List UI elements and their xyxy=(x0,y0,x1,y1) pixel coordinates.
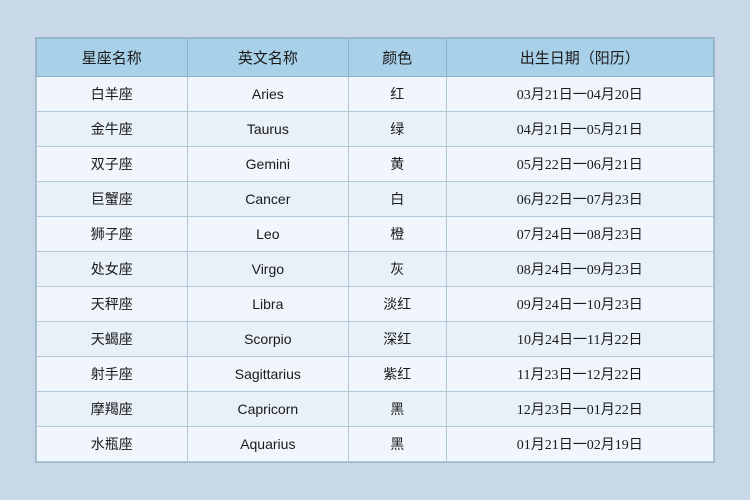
table-cell: 04月21日一05月21日 xyxy=(446,112,713,147)
table-row: 天秤座Libra淡红09月24日一10月23日 xyxy=(37,287,714,322)
table-cell: 淡红 xyxy=(349,287,446,322)
table-cell: 09月24日一10月23日 xyxy=(446,287,713,322)
col-header-english-name: 英文名称 xyxy=(187,39,348,77)
table-row: 狮子座Leo橙07月24日一08月23日 xyxy=(37,217,714,252)
table-cell: 05月22日一06月21日 xyxy=(446,147,713,182)
table-cell: Libra xyxy=(187,287,348,322)
table-cell: Scorpio xyxy=(187,322,348,357)
table-row: 处女座Virgo灰08月24日一09月23日 xyxy=(37,252,714,287)
table-cell: Sagittarius xyxy=(187,357,348,392)
table-cell: 黄 xyxy=(349,147,446,182)
table-cell: 灰 xyxy=(349,252,446,287)
table-cell: 深红 xyxy=(349,322,446,357)
table-cell: 01月21日一02月19日 xyxy=(446,427,713,462)
table-cell: 射手座 xyxy=(37,357,188,392)
table-row: 巨蟹座Cancer白06月22日一07月23日 xyxy=(37,182,714,217)
table-cell: Taurus xyxy=(187,112,348,147)
table-row: 水瓶座Aquarius黑01月21日一02月19日 xyxy=(37,427,714,462)
table-cell: 08月24日一09月23日 xyxy=(446,252,713,287)
table-cell: 天蝎座 xyxy=(37,322,188,357)
table-cell: 12月23日一01月22日 xyxy=(446,392,713,427)
zodiac-table-container: 星座名称 英文名称 颜色 出生日期（阳历） 白羊座Aries红03月21日一04… xyxy=(35,37,715,463)
table-cell: 金牛座 xyxy=(37,112,188,147)
table-cell: 红 xyxy=(349,77,446,112)
zodiac-table: 星座名称 英文名称 颜色 出生日期（阳历） 白羊座Aries红03月21日一04… xyxy=(36,38,714,462)
table-cell: 处女座 xyxy=(37,252,188,287)
table-cell: 绿 xyxy=(349,112,446,147)
table-cell: 11月23日一12月22日 xyxy=(446,357,713,392)
table-cell: 摩羯座 xyxy=(37,392,188,427)
table-cell: 双子座 xyxy=(37,147,188,182)
table-header-row: 星座名称 英文名称 颜色 出生日期（阳历） xyxy=(37,39,714,77)
table-row: 射手座Sagittarius紫红11月23日一12月22日 xyxy=(37,357,714,392)
table-row: 双子座Gemini黄05月22日一06月21日 xyxy=(37,147,714,182)
table-cell: 狮子座 xyxy=(37,217,188,252)
table-cell: 黑 xyxy=(349,427,446,462)
col-header-birthdate: 出生日期（阳历） xyxy=(446,39,713,77)
table-cell: 巨蟹座 xyxy=(37,182,188,217)
table-cell: Aries xyxy=(187,77,348,112)
table-cell: 白 xyxy=(349,182,446,217)
table-cell: Aquarius xyxy=(187,427,348,462)
table-cell: 03月21日一04月20日 xyxy=(446,77,713,112)
col-header-color: 颜色 xyxy=(349,39,446,77)
table-cell: 天秤座 xyxy=(37,287,188,322)
table-cell: Capricorn xyxy=(187,392,348,427)
table-cell: Virgo xyxy=(187,252,348,287)
table-cell: 10月24日一11月22日 xyxy=(446,322,713,357)
col-header-chinese-name: 星座名称 xyxy=(37,39,188,77)
table-cell: Gemini xyxy=(187,147,348,182)
table-cell: Cancer xyxy=(187,182,348,217)
table-cell: 07月24日一08月23日 xyxy=(446,217,713,252)
table-row: 摩羯座Capricorn黑12月23日一01月22日 xyxy=(37,392,714,427)
table-row: 天蝎座Scorpio深红10月24日一11月22日 xyxy=(37,322,714,357)
table-row: 金牛座Taurus绿04月21日一05月21日 xyxy=(37,112,714,147)
table-cell: 白羊座 xyxy=(37,77,188,112)
table-row: 白羊座Aries红03月21日一04月20日 xyxy=(37,77,714,112)
table-cell: Leo xyxy=(187,217,348,252)
table-cell: 紫红 xyxy=(349,357,446,392)
table-cell: 橙 xyxy=(349,217,446,252)
table-cell: 水瓶座 xyxy=(37,427,188,462)
table-cell: 黑 xyxy=(349,392,446,427)
table-cell: 06月22日一07月23日 xyxy=(446,182,713,217)
